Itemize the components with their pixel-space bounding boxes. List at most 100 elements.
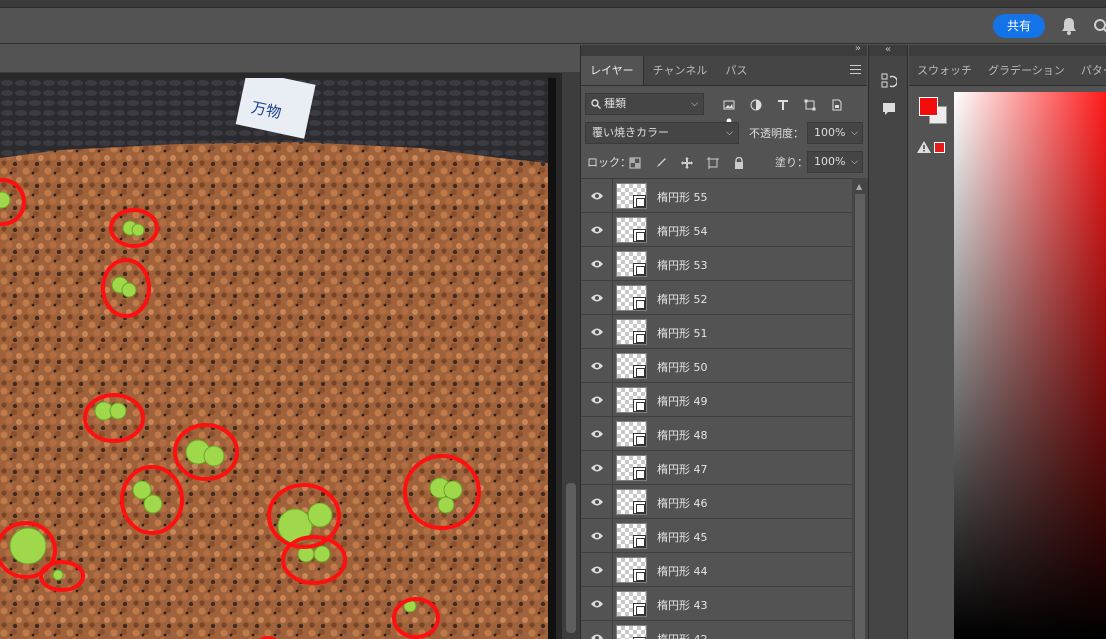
layer-thumbnail[interactable] xyxy=(616,455,647,481)
lock-transparency-icon[interactable] xyxy=(629,154,641,169)
eye-icon[interactable] xyxy=(590,564,604,576)
blend-mode-row: 覆い焼きカラー ⌵ 不透明度： 100% ⌵ xyxy=(585,122,865,144)
layer-row[interactable]: 楕円形 49 xyxy=(581,383,852,417)
scroll-up-icon[interactable]: ▲ xyxy=(856,182,862,191)
layer-list-scroll-thumb[interactable] xyxy=(855,194,865,639)
lock-pixels-icon[interactable] xyxy=(655,154,667,167)
layer-thumbnail[interactable] xyxy=(616,353,647,379)
layer-row[interactable]: 楕円形 43 xyxy=(581,587,852,621)
layer-row[interactable]: 楕円形 52 xyxy=(581,281,852,315)
layer-thumbnail[interactable] xyxy=(616,387,647,413)
tab-patterns[interactable]: パターン xyxy=(1073,56,1106,85)
layer-name[interactable]: 楕円形 51 xyxy=(657,325,708,341)
layer-thumbnail[interactable] xyxy=(616,523,647,549)
canvas-scrollbar[interactable] xyxy=(562,73,580,639)
out-of-gamut-swatch[interactable] xyxy=(934,142,945,153)
layer-name[interactable]: 楕円形 54 xyxy=(657,223,708,239)
layer-name[interactable]: 楕円形 45 xyxy=(657,529,708,545)
eye-icon[interactable] xyxy=(590,258,604,270)
layer-name[interactable]: 楕円形 43 xyxy=(657,597,708,613)
layer-thumbnail[interactable] xyxy=(616,217,647,243)
layer-thumbnail[interactable] xyxy=(616,421,647,447)
share-button[interactable]: 共有 xyxy=(993,14,1045,38)
layers-panel-collapse[interactable]: » xyxy=(581,43,867,56)
opacity-input[interactable]: 100% ⌵ xyxy=(807,122,863,144)
bell-icon[interactable] xyxy=(1060,16,1078,36)
layer-thumbnail[interactable] xyxy=(616,183,647,209)
layer-row[interactable]: 楕円形 51 xyxy=(581,315,852,349)
layer-row[interactable]: 楕円形 46 xyxy=(581,485,852,519)
layer-thumbnail[interactable] xyxy=(616,285,647,311)
layer-name[interactable]: 楕円形 52 xyxy=(657,291,708,307)
color-panel-collapse[interactable] xyxy=(909,45,1106,56)
panel-menu-icon[interactable] xyxy=(850,65,861,75)
eye-icon[interactable] xyxy=(590,598,604,610)
layer-name[interactable]: 楕円形 50 xyxy=(657,359,708,375)
foreground-color-swatch[interactable] xyxy=(919,97,938,116)
double-chevron-left-icon[interactable]: « xyxy=(869,45,907,56)
layer-row[interactable]: 楕円形 45 xyxy=(581,519,852,553)
chevron-down-icon[interactable]: ⌵ xyxy=(851,123,858,143)
layer-name[interactable]: 楕円形 44 xyxy=(657,563,708,579)
blend-mode-select[interactable]: 覆い焼きカラー ⌵ xyxy=(585,122,739,144)
eye-icon[interactable] xyxy=(590,632,604,639)
eye-icon[interactable] xyxy=(590,496,604,508)
layer-list-scrollbar[interactable]: ▲ xyxy=(852,178,868,639)
layer-thumbnail[interactable] xyxy=(616,251,647,277)
type-filter-icon[interactable] xyxy=(777,96,789,110)
layer-name[interactable]: 楕円形 42 xyxy=(657,631,708,639)
eye-icon[interactable] xyxy=(590,190,604,202)
comments-panel-button[interactable] xyxy=(871,95,907,123)
eye-icon[interactable] xyxy=(590,428,604,440)
layer-name[interactable]: 楕円形 47 xyxy=(657,461,708,477)
layer-name[interactable]: 楕円形 55 xyxy=(657,189,708,205)
tab-gradients[interactable]: グラデーション xyxy=(980,56,1073,85)
layer-name[interactable]: 楕円形 46 xyxy=(657,495,708,511)
warning-icon[interactable] xyxy=(917,141,931,153)
layer-name[interactable]: 楕円形 53 xyxy=(657,257,708,273)
layer-name[interactable]: 楕円形 48 xyxy=(657,427,708,443)
eye-icon[interactable] xyxy=(590,224,604,236)
layer-row[interactable]: 楕円形 54 xyxy=(581,213,852,247)
layer-row[interactable]: 楕円形 42 xyxy=(581,621,852,639)
layer-thumbnail[interactable] xyxy=(616,319,647,345)
layer-name[interactable]: 楕円形 49 xyxy=(657,393,708,409)
lock-artboard-icon[interactable] xyxy=(707,154,720,169)
history-panel-button[interactable] xyxy=(871,67,907,95)
search-icon[interactable] xyxy=(1093,18,1106,34)
double-chevron-right-icon[interactable]: » xyxy=(855,43,861,54)
canvas-scroll-thumb[interactable] xyxy=(566,483,576,633)
fill-input[interactable]: 100% ⌵ xyxy=(807,151,863,173)
eye-icon[interactable] xyxy=(590,326,604,338)
layer-thumbnail[interactable] xyxy=(616,557,647,583)
layer-row[interactable]: 楕円形 48 xyxy=(581,417,852,451)
seedling-photo[interactable]: 万物 xyxy=(0,78,556,639)
layer-thumbnail[interactable] xyxy=(616,625,647,639)
layer-thumbnail[interactable] xyxy=(616,591,647,617)
tab-layers[interactable]: レイヤー xyxy=(581,56,644,85)
filter-kind-select[interactable]: 種類 ⌵ xyxy=(585,93,704,115)
layer-row[interactable]: 楕円形 53 xyxy=(581,247,852,281)
tab-channels[interactable]: チャンネル xyxy=(644,56,717,85)
eye-icon[interactable] xyxy=(590,360,604,372)
tab-paths[interactable]: パス xyxy=(716,56,756,85)
lock-position-icon[interactable] xyxy=(681,154,694,169)
eye-icon[interactable] xyxy=(590,462,604,474)
smart-object-filter-icon[interactable] xyxy=(831,96,843,111)
eye-icon[interactable] xyxy=(590,530,604,542)
lock-all-icon[interactable] xyxy=(733,154,745,169)
chevron-down-icon[interactable]: ⌵ xyxy=(851,152,858,172)
eye-icon[interactable] xyxy=(590,292,604,304)
image-filter-icon[interactable] xyxy=(723,96,735,110)
eye-icon[interactable] xyxy=(590,394,604,406)
color-spectrum-picker[interactable] xyxy=(954,92,1106,639)
layer-row[interactable]: 楕円形 47 xyxy=(581,451,852,485)
document-canvas[interactable]: 万物 xyxy=(0,73,580,639)
tab-swatches[interactable]: スウォッチ xyxy=(909,56,980,85)
layer-row[interactable]: 楕円形 44 xyxy=(581,553,852,587)
shape-filter-icon[interactable] xyxy=(804,96,816,111)
layer-row[interactable]: 楕円形 50 xyxy=(581,349,852,383)
layer-thumbnail[interactable] xyxy=(616,489,647,515)
adjustment-filter-icon[interactable] xyxy=(750,96,762,111)
layer-row[interactable]: 楕円形 55 xyxy=(581,179,852,213)
